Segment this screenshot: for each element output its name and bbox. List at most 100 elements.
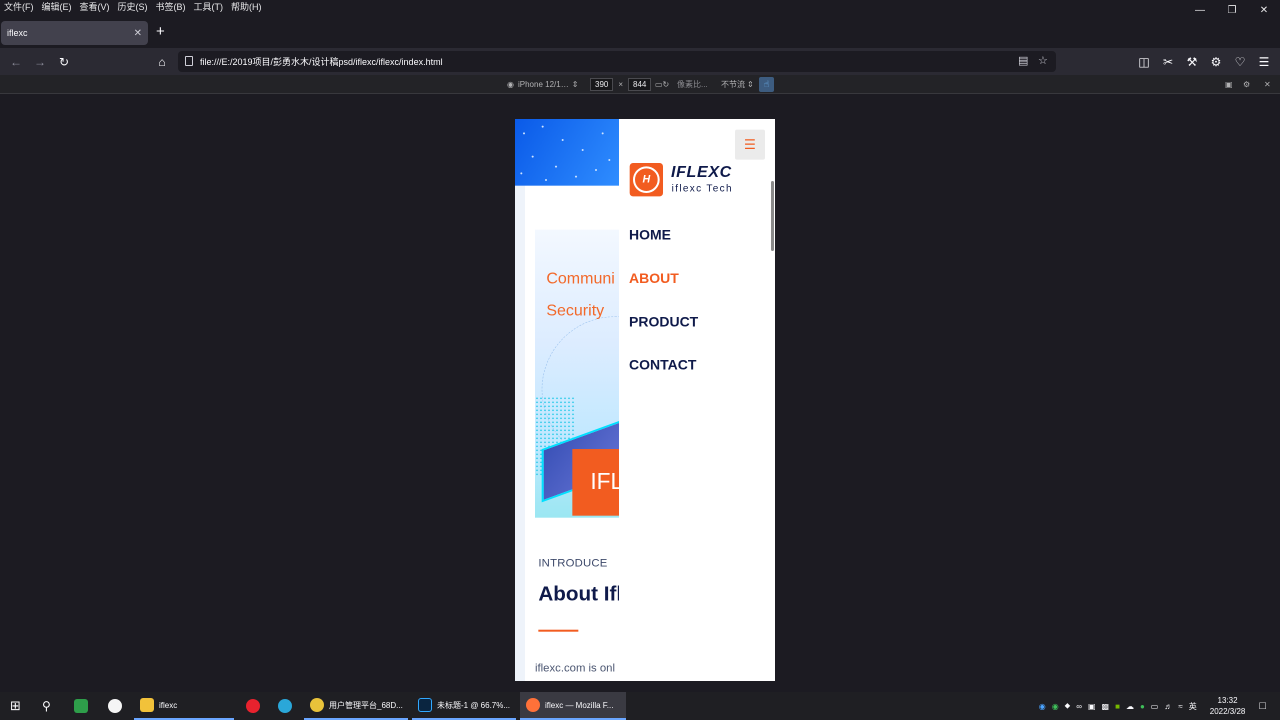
volume-icon[interactable]: ♬ xyxy=(1164,702,1172,711)
touch-simulation-icon[interactable]: ☝ xyxy=(759,77,774,92)
size-separator: × xyxy=(618,80,624,89)
back-icon[interactable]: ← xyxy=(6,52,26,72)
taskbar-label: iflexc — Mozilla F... xyxy=(545,700,614,710)
nav-about[interactable]: ABOUT xyxy=(629,271,679,287)
chrome-icon xyxy=(310,698,324,712)
nvidia-icon[interactable]: ■ xyxy=(1115,702,1120,711)
opera-icon[interactable] xyxy=(246,692,265,720)
window-controls: — ❐ ✕ xyxy=(1184,0,1280,20)
menu-tools[interactable]: 工具(T) xyxy=(190,0,228,13)
bookmark-star-icon[interactable]: ☆ xyxy=(1038,54,1048,67)
search-icon[interactable]: ⚲ xyxy=(42,692,51,720)
responsive-toolbar: ◉ iPhone 12/1… ⇕ 390 × 844 ▭↻ 像素比... 不节流… xyxy=(0,75,1280,94)
new-tab-icon[interactable]: + xyxy=(156,23,165,40)
nav-drawer xyxy=(619,119,775,681)
bluetooth-icon[interactable]: ⬥ xyxy=(1065,701,1071,711)
tray-app-icon[interactable]: ▣ xyxy=(1088,702,1096,711)
rdm-close-icon[interactable]: ✕ xyxy=(1264,78,1271,91)
photoshop-icon xyxy=(418,698,432,712)
height-input[interactable]: 844 xyxy=(628,78,652,91)
tray-app-icon[interactable]: ▩ xyxy=(1102,702,1110,711)
taskbar-folder[interactable]: iflexc xyxy=(134,692,234,720)
sidebar-icon[interactable]: ◫ xyxy=(1134,52,1154,72)
menu-help[interactable]: 帮助(H) xyxy=(227,0,266,13)
viewport-scrollbar[interactable] xyxy=(771,181,774,251)
menu-toggle-icon[interactable]: ☰ xyxy=(735,129,766,160)
rdm-settings-icon[interactable]: ⚙ xyxy=(1243,78,1250,91)
dpr-selector[interactable]: 像素比... xyxy=(677,78,708,91)
notification-icon[interactable]: □ xyxy=(1259,700,1266,712)
menu-edit[interactable]: 编辑(E) xyxy=(38,0,76,13)
nav-home[interactable]: HOME xyxy=(629,228,671,244)
clock[interactable]: 13:32 2022/3/28 xyxy=(1210,695,1246,717)
chevron-down-icon: ⇕ xyxy=(747,80,754,89)
promo-image: Communi Security IFL xyxy=(535,229,622,518)
width-input[interactable]: 390 xyxy=(590,78,614,91)
file-icon xyxy=(185,56,193,66)
rotate-icon[interactable]: ▭↻ xyxy=(655,78,669,91)
edge-icon[interactable] xyxy=(278,692,297,720)
menu-view[interactable]: 查看(V) xyxy=(76,0,114,13)
pocket-icon[interactable]: ♡ xyxy=(1230,52,1250,72)
taskbar-firefox[interactable]: iflexc — Mozilla F... xyxy=(520,692,626,720)
tray-app-icon[interactable]: ● xyxy=(1140,702,1145,711)
web-page: Communi Security IFL INTRODUCE About Ifl… xyxy=(515,119,775,681)
hamburger-menu-icon[interactable]: ☰ xyxy=(1254,52,1274,72)
tab-close-icon[interactable]: ✕ xyxy=(134,28,142,39)
tools-icon[interactable]: ⚒ xyxy=(1182,52,1202,72)
page-side-stripe xyxy=(515,119,526,681)
wechat-icon[interactable]: ◉ xyxy=(1052,702,1059,711)
network-icon[interactable]: ≈ xyxy=(1178,702,1182,711)
chevron-down-icon: ⇕ xyxy=(571,80,579,89)
reload-icon[interactable]: ↻ xyxy=(54,52,74,72)
tab-iflexc[interactable]: iflexc ✕ xyxy=(1,21,148,45)
screenshot-icon[interactable]: ✂ xyxy=(1158,52,1178,72)
taskbar-chrome[interactable]: 用户管理平台_68D... xyxy=(304,692,408,720)
app-icon xyxy=(278,699,292,713)
hero-banner xyxy=(515,119,620,186)
url-bar[interactable]: file:///E:/2019项目/彭勇水木/设计稿psd/iflexc/ifl… xyxy=(178,51,1056,72)
link-icon[interactable]: ∞ xyxy=(1076,702,1082,711)
input-language[interactable]: 英 xyxy=(1189,701,1197,712)
about-title: About Ifl xyxy=(538,581,623,606)
throttle-selector[interactable]: 不节流 ⇕ xyxy=(721,78,754,91)
firefox-icon xyxy=(526,698,540,712)
menu-file[interactable]: 文件(F) xyxy=(0,0,38,13)
qq-icon[interactable] xyxy=(108,692,127,720)
menu-bookmarks[interactable]: 书签(B) xyxy=(152,0,190,13)
promo-heading-1: Communi xyxy=(546,269,615,288)
home-icon[interactable]: ⌂ xyxy=(152,52,172,72)
site-logo[interactable]: H IFLEXC iflexc Tech xyxy=(629,163,757,200)
promo-heading-2: Security xyxy=(546,301,605,320)
taskbar-label: iflexc xyxy=(159,700,178,710)
nav-contact[interactable]: CONTACT xyxy=(629,358,696,374)
rdm-screenshot-icon[interactable]: ▣ xyxy=(1225,78,1233,91)
logo-mark-icon: H xyxy=(629,163,664,197)
clock-date: 2022/3/28 xyxy=(1209,707,1246,716)
app-icon-green[interactable] xyxy=(74,692,93,720)
forward-icon[interactable]: → xyxy=(30,52,50,72)
device-selector[interactable]: ◉ iPhone 12/1… ⇕ xyxy=(507,78,578,91)
folder-icon xyxy=(140,698,154,712)
clock-time: 13:32 xyxy=(1217,696,1238,705)
minimize-icon[interactable]: — xyxy=(1184,0,1216,20)
reader-view-icon[interactable]: ▤ xyxy=(1018,54,1028,67)
tab-title: iflexc xyxy=(7,28,28,38)
nav-product[interactable]: PRODUCT xyxy=(629,314,698,330)
logo-ring: H xyxy=(633,166,660,194)
system-tray: ◉ ◉ ⬥ ∞ ▣ ▩ ■ ☁ ● ▭ ♬ ≈ 英 13:32 2022/3/2… xyxy=(1036,692,1280,720)
tray-app-icon[interactable]: ☁ xyxy=(1126,702,1134,711)
taskbar: ⊞ ⚲ iflexc 用户管理平台_68D... 未标题-1 @ 66.7%..… xyxy=(0,692,1280,720)
menu-history[interactable]: 历史(S) xyxy=(114,0,152,13)
windows-start-icon[interactable]: ⊞ xyxy=(10,692,21,720)
app-icon xyxy=(246,699,260,713)
taskbar-photoshop[interactable]: 未标题-1 @ 66.7%... xyxy=(412,692,516,720)
close-icon[interactable]: ✕ xyxy=(1248,0,1280,20)
gear-icon[interactable]: ⚙ xyxy=(1206,52,1226,72)
url-text: file:///E:/2019项目/彭勇水木/设计稿psd/iflexc/ifl… xyxy=(200,57,443,67)
battery-icon[interactable]: ▭ xyxy=(1151,702,1159,711)
help-icon[interactable]: ◉ xyxy=(1039,702,1046,711)
app-icon xyxy=(74,699,88,713)
logo-tagline: iflexc Tech xyxy=(671,183,733,195)
restore-icon[interactable]: ❐ xyxy=(1216,0,1248,20)
